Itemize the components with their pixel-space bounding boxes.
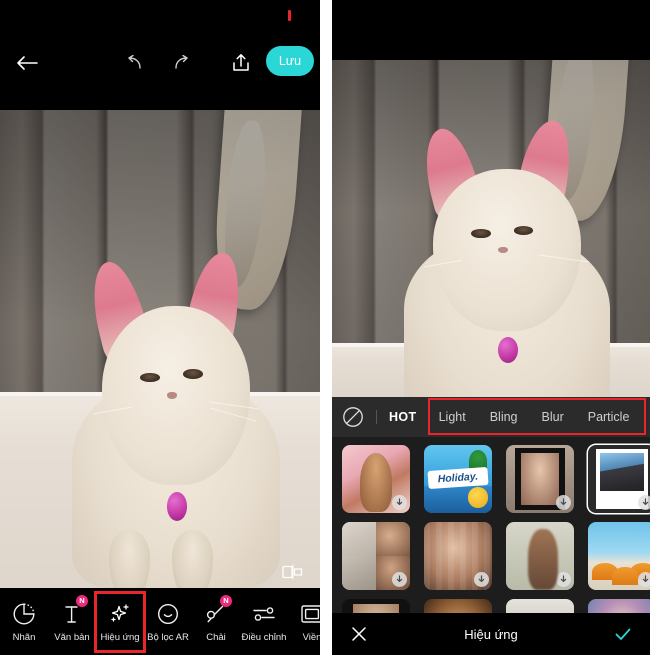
editor-top-bar: Lưu (0, 0, 320, 110)
no-effect-button[interactable] (342, 406, 364, 428)
cat-nose (167, 392, 178, 400)
cat-bell-collar (497, 336, 518, 364)
effects-sheet: HOT Light Bling Blur Particle Holiday. H… (332, 397, 650, 655)
cat-photo (0, 110, 320, 588)
compare-split-icon (282, 564, 303, 580)
effect-thumbnail-selected[interactable] (588, 445, 650, 513)
notification-indicator (288, 10, 291, 21)
download-icon (556, 495, 571, 510)
tool-label: Bộ lọc AR (147, 631, 189, 643)
tab-bling[interactable]: Bling (490, 410, 518, 424)
cat-head (424, 168, 590, 332)
category-tab-group: Light Bling Blur Particle (439, 410, 630, 424)
collage-cell (342, 522, 376, 556)
tool-label: Văn bản (54, 631, 90, 643)
new-badge: N (76, 594, 88, 607)
check-icon (615, 628, 631, 640)
redo-button[interactable] (163, 44, 201, 82)
no-effect-slash-circle-icon (343, 407, 363, 427)
save-button[interactable]: Lưu (266, 46, 314, 76)
tool-label: Điều chỉnh (241, 631, 287, 643)
effect-thumbnail[interactable] (588, 522, 650, 590)
right-screenshot-panel: HOT Light Bling Blur Particle Holiday. H… (332, 0, 650, 655)
collage-cell (342, 556, 376, 590)
tool-chai[interactable]: N Chải (192, 593, 240, 651)
adjust-sliders-icon (252, 601, 276, 627)
effects-panel-title: Hiệu ứng (464, 626, 518, 642)
holiday-text: Holiday. (427, 467, 489, 490)
undo-button[interactable] (115, 44, 153, 82)
new-badge: N (220, 594, 232, 607)
close-x-icon (352, 627, 366, 641)
thumbnail-subject (520, 453, 560, 505)
effect-thumbnail[interactable] (342, 445, 410, 513)
tool-vien[interactable]: Viền (288, 593, 320, 651)
tool-dieu-chinh[interactable]: Điều chỉnh (240, 593, 288, 651)
collage-cell (376, 556, 410, 590)
arrow-left-icon (17, 56, 38, 70)
cat-paw-left (109, 530, 150, 588)
cat-eye-left (140, 372, 160, 383)
tool-van-ban[interactable]: N Văn bản (48, 593, 96, 651)
tool-bo-loc-ar[interactable]: Bộ lọc AR (144, 593, 192, 651)
cat-bell-collar (166, 491, 188, 521)
umbrella-decoration (612, 566, 639, 585)
cat-nose (498, 246, 509, 254)
close-button[interactable] (350, 625, 368, 643)
undo-icon (128, 55, 141, 69)
photo-preview[interactable] (332, 60, 650, 397)
tool-label: Nhãn (12, 631, 36, 643)
cat-eye-right (514, 225, 534, 235)
effect-thumbnail[interactable] (506, 522, 574, 590)
download-icon (392, 495, 407, 510)
cat-photo (332, 60, 650, 397)
back-button[interactable] (8, 44, 46, 82)
tool-label: Hiệu ứng (100, 631, 140, 643)
cat-subject (72, 268, 280, 588)
tab-blur[interactable]: Blur (542, 410, 564, 424)
download-icon (392, 572, 407, 587)
collage-cell (376, 522, 410, 556)
ar-filter-face-icon (157, 601, 179, 627)
effect-thumbnail[interactable] (506, 445, 574, 513)
tab-hot[interactable]: HOT (389, 410, 417, 424)
border-frame-icon (301, 601, 320, 627)
cat-eye-right (183, 368, 203, 379)
screenshot-root: Lưu Nhãn N Văn bản Hiệu ứng Bộ lọc AR N … (0, 0, 650, 655)
sparkle-effects-icon (108, 601, 132, 627)
effect-category-tabs: HOT Light Bling Blur Particle (332, 397, 650, 437)
confirm-button[interactable] (614, 625, 632, 643)
cat-subject (403, 134, 611, 397)
download-icon (638, 572, 650, 587)
export-upload-icon (233, 54, 249, 71)
compare-button[interactable] (282, 564, 304, 580)
tool-label: Viền (302, 631, 320, 643)
download-icon (556, 572, 571, 587)
tab-particle[interactable]: Particle (588, 410, 630, 424)
tab-light[interactable]: Light (439, 410, 466, 424)
effect-thumbnail[interactable] (424, 522, 492, 590)
download-icon (638, 495, 650, 510)
editor-tool-bar: Nhãn N Văn bản Hiệu ứng Bộ lọc AR N Chải… (0, 588, 320, 655)
redo-icon (175, 55, 188, 69)
sticker-icon (13, 601, 35, 627)
tab-divider (376, 410, 377, 424)
export-button[interactable] (222, 44, 260, 82)
emoji-decoration (467, 487, 488, 508)
tool-hieu-ung[interactable]: Hiệu ứng (94, 590, 146, 653)
cat-head (93, 306, 259, 486)
effects-footer: Hiệu ứng (332, 613, 650, 655)
effect-thumbnail[interactable]: Holiday. (424, 445, 492, 513)
effect-thumbnail[interactable] (342, 522, 410, 590)
download-icon (474, 572, 489, 587)
cat-paw-right (172, 530, 214, 588)
left-screenshot-panel: Lưu Nhãn N Văn bản Hiệu ứng Bộ lọc AR N … (0, 0, 320, 655)
panel-divider (320, 0, 332, 655)
cat-eye-left (471, 228, 491, 238)
tool-label: Chải (206, 631, 226, 643)
tool-nhan[interactable]: Nhãn (0, 593, 48, 651)
photo-canvas[interactable] (0, 110, 320, 588)
